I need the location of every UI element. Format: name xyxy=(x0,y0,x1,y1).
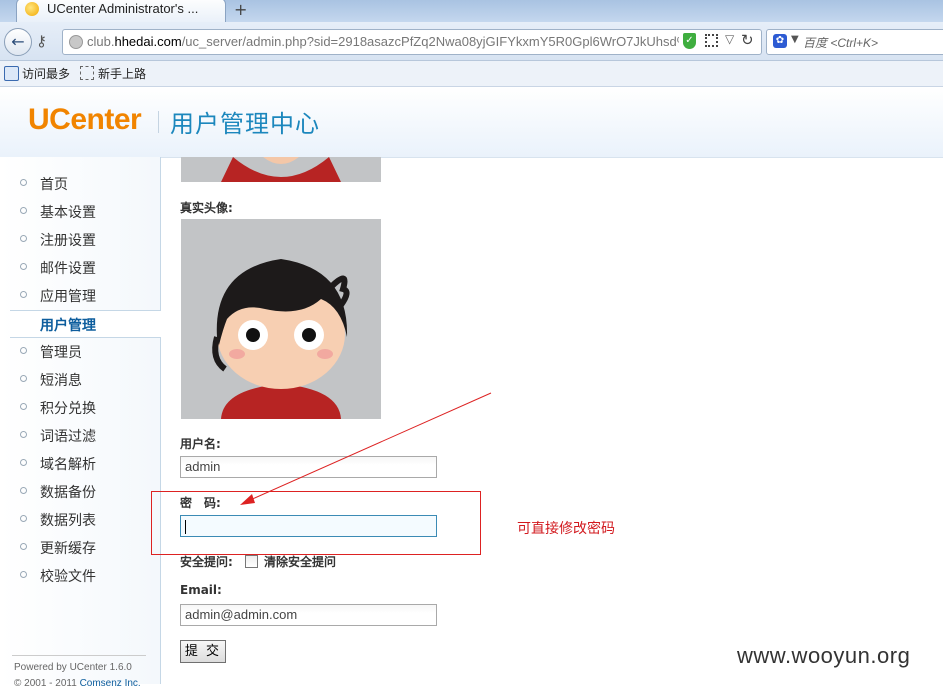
watermark-text: www.wooyun.org xyxy=(737,643,911,668)
annotation-text: 可直接修改密码 xyxy=(517,521,615,537)
annotation-arrow xyxy=(240,392,492,505)
